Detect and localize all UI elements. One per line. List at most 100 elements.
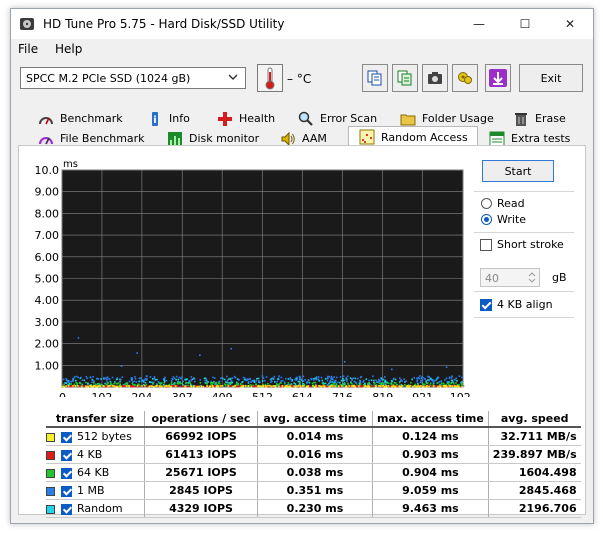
title-bar: HD Tune Pro 5.75 - Hard Disk/SSD Utility… bbox=[11, 9, 593, 39]
options-button[interactable] bbox=[452, 64, 478, 92]
menu-file[interactable]: File bbox=[18, 42, 38, 56]
screenshot-button[interactable] bbox=[422, 64, 448, 92]
data-point bbox=[398, 385, 400, 388]
data-point bbox=[174, 385, 177, 387]
copy-info-button[interactable] bbox=[392, 64, 418, 92]
data-point bbox=[396, 383, 399, 386]
data-point bbox=[321, 382, 324, 384]
start-button[interactable]: Start bbox=[482, 160, 554, 182]
short-stroke-checkbox[interactable] bbox=[480, 239, 492, 251]
operations-cell: 2845 IOPS bbox=[144, 481, 258, 500]
tab-benchmark[interactable]: Benchmark bbox=[38, 109, 123, 128]
write-radio[interactable] bbox=[481, 214, 492, 225]
series-checkbox[interactable] bbox=[61, 467, 72, 479]
data-point bbox=[428, 378, 431, 381]
data-point bbox=[446, 382, 449, 385]
data-point bbox=[331, 385, 334, 387]
drive-select[interactable]: SPCC M.2 PCIe SSD (1024 gB) bbox=[20, 67, 246, 89]
data-point bbox=[269, 384, 271, 387]
tab-health[interactable]: Health bbox=[217, 109, 275, 128]
minimize-button[interactable]: — bbox=[456, 9, 502, 39]
data-point bbox=[179, 382, 182, 385]
maximize-button[interactable]: ☐ bbox=[502, 9, 548, 39]
data-point bbox=[349, 377, 352, 379]
data-point bbox=[250, 381, 252, 383]
data-point bbox=[72, 377, 75, 380]
data-point bbox=[320, 376, 323, 379]
close-button[interactable]: ✕ bbox=[547, 9, 593, 39]
menu-help[interactable]: Help bbox=[55, 42, 82, 56]
copy-text-button[interactable] bbox=[362, 64, 388, 92]
data-point bbox=[260, 385, 263, 388]
data-point bbox=[283, 382, 286, 385]
data-point bbox=[230, 380, 233, 382]
data-point bbox=[307, 379, 310, 381]
data-point bbox=[265, 385, 267, 388]
x-tick-label: 614 bbox=[292, 391, 313, 397]
data-point bbox=[327, 375, 329, 378]
data-point bbox=[225, 381, 227, 383]
x-tick-label: 1024gB bbox=[450, 391, 471, 397]
data-point bbox=[394, 385, 397, 388]
series-checkbox[interactable] bbox=[61, 503, 72, 515]
data-point bbox=[303, 385, 305, 387]
data-point bbox=[221, 385, 224, 387]
data-point bbox=[63, 385, 65, 388]
data-point bbox=[163, 381, 165, 384]
copy-text-icon bbox=[367, 70, 382, 86]
data-point bbox=[336, 385, 338, 387]
avg-access-cell: 0.351 ms bbox=[257, 481, 373, 500]
data-point bbox=[445, 385, 448, 387]
header-operations: operations / sec bbox=[144, 411, 258, 428]
data-point bbox=[370, 379, 373, 382]
y-axis-unit-label: ms bbox=[63, 159, 78, 170]
tab-erase[interactable]: Erase bbox=[513, 109, 566, 128]
spinner-arrows-icon[interactable] bbox=[526, 270, 538, 285]
series-checkbox[interactable] bbox=[61, 431, 72, 443]
operations-cell: 61413 IOPS bbox=[144, 445, 258, 464]
data-point bbox=[105, 383, 108, 386]
tab-info[interactable]: i Info bbox=[147, 109, 190, 128]
data-point bbox=[242, 385, 244, 388]
results-header-row: transfer size operations / sec avg. acce… bbox=[46, 411, 581, 428]
data-point bbox=[91, 385, 94, 388]
data-point bbox=[111, 376, 114, 379]
data-point bbox=[328, 376, 331, 378]
data-point bbox=[202, 385, 204, 388]
data-point bbox=[437, 385, 439, 388]
short-stroke-input[interactable]: 40 bbox=[480, 268, 540, 287]
y-tick-label: 3.00 bbox=[35, 316, 60, 329]
data-point bbox=[296, 376, 298, 379]
data-point bbox=[85, 385, 88, 388]
data-point bbox=[387, 382, 390, 385]
data-point bbox=[108, 378, 110, 380]
tab-random-access[interactable]: Random Access bbox=[348, 126, 478, 147]
data-point bbox=[185, 381, 187, 384]
data-point bbox=[182, 380, 184, 383]
tab-random-access-label: Random Access bbox=[381, 130, 468, 144]
tab-error-scan-label: Error Scan bbox=[320, 112, 378, 125]
data-point bbox=[172, 376, 175, 378]
series-checkbox[interactable] bbox=[61, 485, 72, 497]
benchmark-icon bbox=[39, 116, 53, 124]
data-point bbox=[97, 385, 100, 387]
series-color-swatch bbox=[46, 504, 55, 514]
data-point bbox=[411, 378, 413, 381]
save-button[interactable] bbox=[485, 64, 511, 92]
x-tick-label: 307 bbox=[172, 391, 193, 397]
exit-button[interactable]: Exit bbox=[519, 64, 583, 92]
align-checkbox[interactable] bbox=[480, 299, 492, 311]
data-point bbox=[360, 385, 362, 388]
data-point bbox=[119, 380, 121, 383]
data-point bbox=[107, 382, 109, 384]
data-point bbox=[218, 382, 220, 384]
data-point bbox=[130, 377, 133, 379]
series-checkbox[interactable] bbox=[61, 449, 72, 461]
data-point bbox=[256, 377, 258, 380]
data-point bbox=[293, 385, 295, 387]
data-point bbox=[412, 385, 414, 388]
data-point bbox=[134, 376, 136, 378]
read-radio[interactable] bbox=[481, 198, 492, 209]
data-point bbox=[339, 381, 341, 384]
data-point bbox=[212, 376, 214, 379]
